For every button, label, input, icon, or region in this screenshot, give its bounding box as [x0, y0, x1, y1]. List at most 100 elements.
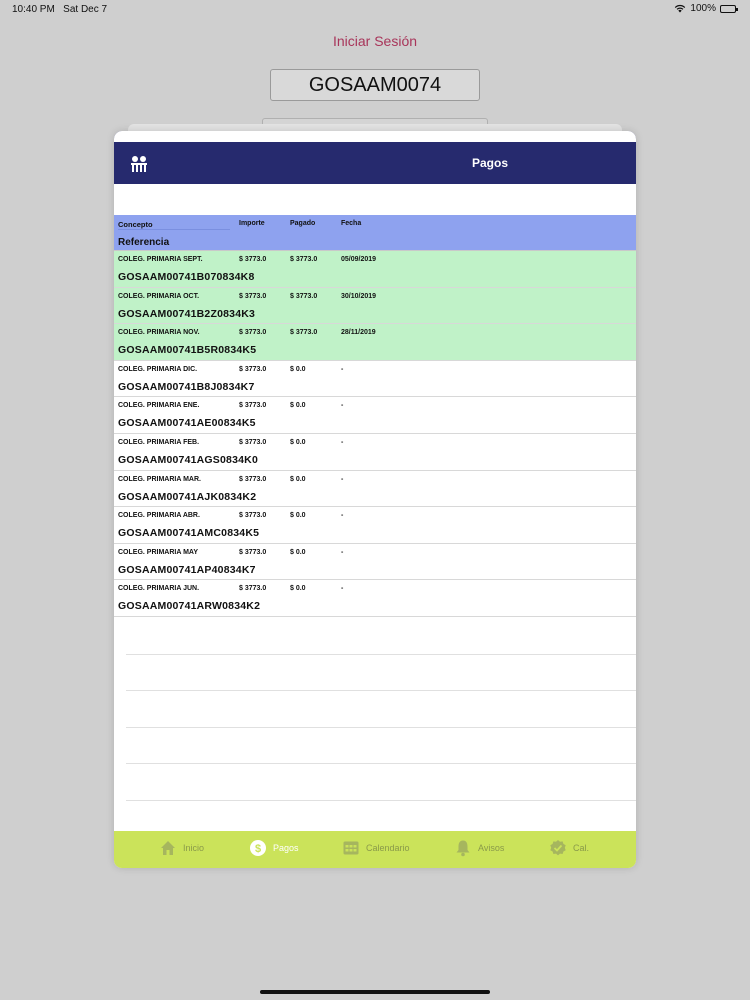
cell-fecha: - [341, 548, 344, 556]
tab-inicio[interactable]: Inicio [159, 839, 204, 857]
tab-avisos-label: Avisos [478, 843, 505, 853]
table-row[interactable]: COLEG. PRIMARIA MAY $ 3773.0 $ 0.0 - GOSAAM0… [114, 543, 636, 581]
cell-fecha: - [341, 475, 344, 483]
empty-row [126, 655, 636, 692]
cell-referencia: GOSAAM00741B070834K8 [118, 271, 255, 283]
tab-calificaciones-label: Cal. [573, 843, 590, 853]
cell-importe: $ 3773.0 [239, 292, 267, 300]
header-referencia: Referencia [118, 237, 170, 248]
cell-referencia: GOSAAM00741AP40834K7 [118, 563, 256, 576]
username-field[interactable]: GOSAAM0074 [270, 69, 480, 101]
table-row[interactable]: COLEG. PRIMARIA MAR. $ 3773.0 $ 0.0 - GOSAAM… [114, 470, 636, 508]
table-row[interactable]: COLEG. PRIMARIA DIC. $ 3773.0 $ 0.0 - GOSAAM… [114, 360, 636, 398]
header-spacer [114, 184, 636, 215]
tab-avisos[interactable]: Avisos [454, 839, 504, 857]
cell-concepto: COLEG. PRIMARIA DIC. [118, 365, 198, 373]
cell-importe: $ 3773.0 [239, 365, 267, 373]
table-row[interactable]: COLEG. PRIMARIA FEB. $ 3773.0 $ 0.0 - GOSAAM… [114, 433, 636, 471]
cell-referencia: GOSAAM00741AE00834K5 [118, 417, 256, 430]
table-row[interactable]: COLEG. PRIMARIA SEPT. $ 3773.0 $ 3773.0 05/… [114, 251, 636, 288]
cell-importe: $ 3773.0 [239, 256, 267, 263]
cell-pagado: $ 0.0 [290, 438, 306, 446]
table-row[interactable]: COLEG. PRIMARIA ENE. $ 3773.0 $ 0.0 - GOSAAM… [114, 397, 636, 434]
cell-fecha: - [341, 585, 344, 593]
tab-inicio-label: Inicio [183, 843, 205, 853]
tab-calendario[interactable]: Calendario [342, 839, 410, 857]
cell-pagado: $ 3773.0 [290, 256, 318, 263]
cell-referencia: GOSAAM00741AGS0834K0 [118, 453, 258, 466]
table-row[interactable]: COLEG. PRIMARIA ABR. $ 3773.0 $ 0.0 - GOSAAM… [114, 507, 636, 544]
cell-importe: $ 3773.0 [239, 475, 267, 483]
cell-pagado: $ 3773.0 [290, 329, 318, 337]
cell-pagado: $ 3773.0 [290, 292, 318, 300]
cell-importe: $ 3773.0 [239, 438, 267, 446]
header-importe: Importe [239, 220, 265, 227]
tab-bar: Inicio $ Pagos Calendario Avisos Cal. [114, 831, 636, 868]
payments-list: COLEG. PRIMARIA SEPT. $ 3773.0 $ 3773.0 05/… [114, 251, 636, 617]
calendar-icon [343, 841, 359, 855]
cell-concepto: COLEG. PRIMARIA OCT. [118, 292, 200, 300]
cell-fecha: - [341, 402, 344, 410]
badge-check-icon [550, 840, 566, 856]
nav-title: Pagos [471, 156, 508, 170]
home-indicator[interactable] [260, 990, 490, 994]
empty-row [126, 764, 636, 801]
cell-referencia: GOSAAM00741AMC0834K5 [118, 527, 260, 540]
cell-fecha: 05/09/2019 [341, 256, 377, 263]
bell-icon [456, 840, 470, 857]
cell-referencia: GOSAAM00741B5R0834K5 [118, 344, 257, 357]
cell-concepto: COLEG. PRIMARIA ABR. [118, 512, 200, 520]
nav-bar: Pagos [114, 131, 636, 184]
cell-importe: $ 3773.0 [239, 585, 267, 593]
header-concepto: Concepto [118, 220, 153, 229]
tab-pagos-label: Pagos [273, 843, 299, 853]
cell-concepto: COLEG. PRIMARIA SEPT. [118, 256, 203, 263]
cell-concepto: COLEG. PRIMARIA ENE. [118, 402, 200, 410]
cell-fecha: - [341, 438, 344, 446]
table-header: Concepto Importe Pagado Fecha Referencia [114, 215, 636, 251]
status-date: Sat Dec 7 [63, 4, 108, 15]
cell-importe: $ 3773.0 [239, 402, 267, 410]
cell-fecha: - [341, 512, 344, 520]
cell-pagado: $ 0.0 [290, 585, 306, 593]
cell-concepto: COLEG. PRIMARIA MAR. [118, 475, 201, 483]
cell-pagado: $ 0.0 [290, 365, 306, 373]
cell-referencia: GOSAAM00741B8J0834K7 [118, 380, 255, 393]
payments-sheet: Pagos Concepto Importe Pagado Fecha Refe… [114, 131, 636, 868]
battery-icon [720, 4, 738, 13]
tab-calendario-label: Calendario [366, 843, 410, 853]
cell-pagado: $ 0.0 [290, 475, 306, 483]
tab-calificaciones[interactable]: Cal. [549, 839, 589, 857]
cell-concepto: COLEG. PRIMARIA MAY [118, 548, 198, 556]
cell-fecha: - [341, 365, 344, 373]
cell-importe: $ 3773.0 [239, 548, 267, 556]
cell-pagado: $ 0.0 [290, 402, 306, 410]
tab-pagos[interactable]: $ Pagos [249, 839, 299, 857]
svg-text:$: $ [255, 843, 261, 855]
cell-concepto: COLEG. PRIMARIA FEB. [118, 438, 200, 446]
cell-importe: $ 3773.0 [239, 512, 267, 520]
table-row[interactable]: COLEG. PRIMARIA JUN. $ 3773.0 $ 0.0 - GOSAAM… [114, 580, 636, 617]
login-title: Iniciar Sesión [332, 33, 418, 49]
cell-fecha: 28/11/2019 [341, 329, 376, 337]
table-row[interactable]: COLEG. PRIMARIA NOV. $ 3773.0 $ 3773.0 28/1… [114, 324, 636, 361]
header-pagado: Pagado [290, 220, 316, 227]
cell-pagado: $ 0.0 [290, 512, 306, 520]
cell-concepto: COLEG. PRIMARIA NOV. [118, 329, 200, 337]
status-right: 100% [674, 3, 738, 14]
dollar-icon: $ [250, 840, 266, 856]
home-icon [161, 841, 175, 855]
header-underline [118, 229, 230, 230]
status-time: 10:40 PM Sat Dec 7 [12, 4, 107, 15]
cell-referencia: GOSAAM00741ARW0834K2 [118, 600, 261, 613]
cell-referencia: GOSAAM00741B2Z0834K3 [118, 307, 256, 320]
cell-fecha: 30/10/2019 [341, 292, 377, 300]
empty-rows [114, 618, 636, 838]
table-row[interactable]: COLEG. PRIMARIA OCT. $ 3773.0 $ 3773.0 30/1… [114, 287, 636, 325]
status-clock: 10:40 PM [12, 4, 55, 15]
cell-referencia: GOSAAM00741AJK0834K2 [118, 490, 257, 503]
wifi-icon [675, 4, 686, 13]
empty-row [126, 728, 636, 765]
battery-percent: 100% [690, 3, 716, 14]
empty-row [126, 618, 636, 655]
